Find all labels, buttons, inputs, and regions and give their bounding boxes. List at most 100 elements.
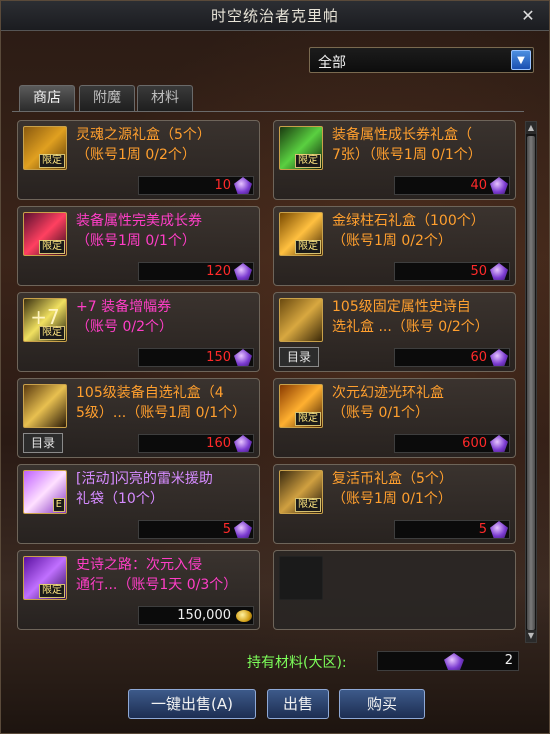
tab-shop[interactable]: 商店	[19, 85, 75, 111]
tab-enchant[interactable]: 附魔	[79, 85, 135, 111]
price-box: 40	[394, 176, 510, 195]
filter-selected-value: 全部	[318, 55, 346, 71]
price-box: 5	[394, 520, 510, 539]
purple-crystal-icon	[234, 263, 252, 280]
chevron-down-icon[interactable]: ▼	[511, 50, 531, 70]
price-box: 600	[394, 434, 510, 453]
empty-slot-icon	[279, 556, 323, 600]
price-box: 50	[394, 262, 510, 281]
shop-item-card[interactable]: 限定 复活币礼盒（5个） （账号1周 0/1个） 5	[273, 464, 516, 544]
sell-all-button[interactable]: 一键出售(A)	[128, 689, 256, 719]
materials-count: 2	[504, 653, 513, 668]
limited-badge: E	[52, 498, 65, 512]
pass-ticket-icon: 限定	[23, 556, 67, 600]
purple-crystal-icon	[234, 435, 252, 452]
price-box: 120	[138, 262, 254, 281]
npc-shop-window: 时空统治者克里帕 ✕ 全部 ▼ 商店 附魔 材料 限定 灵魂之源礼盒（5个） （账…	[0, 0, 550, 734]
limited-badge: 限定	[39, 240, 65, 254]
gift-bag-icon: E	[23, 470, 67, 514]
price-box: 150	[138, 348, 254, 367]
item-price: 60	[470, 350, 487, 365]
item-name: [活动]闪亮的雷米援助 礼袋（10个）	[76, 471, 213, 507]
item-name: 装备属性成长券礼盒（ 7张）（账号1周 0/1个）	[332, 127, 482, 163]
purple-crystal-icon	[490, 435, 508, 452]
purple-crystal-icon	[490, 263, 508, 280]
purple-crystal-icon	[234, 177, 252, 194]
buy-button[interactable]: 购买	[339, 689, 425, 719]
tab-materials[interactable]: 材料	[137, 85, 193, 111]
gem-icon: 限定	[279, 212, 323, 256]
item-name: 灵魂之源礼盒（5个） （账号1周 0/2个）	[76, 127, 211, 163]
item-price: 150,000	[177, 608, 231, 623]
materials-count-box: 2	[377, 651, 519, 671]
gold-coin-icon	[236, 610, 252, 622]
shop-item-card[interactable]: 限定 金绿柱石礼盒（100个） （账号1周 0/2个） 50	[273, 206, 516, 286]
limited-badge: 限定	[39, 326, 65, 340]
item-name: +7 装备增幅券 （账号 0/2个）	[76, 299, 173, 335]
limited-badge: 限定	[295, 412, 321, 426]
gift-box-icon: 限定	[23, 126, 67, 170]
price-box: 10	[138, 176, 254, 195]
limited-badge: 限定	[295, 240, 321, 254]
scroll-thumb[interactable]	[527, 136, 535, 630]
price-box: 60	[394, 348, 510, 367]
shop-item-card[interactable]: 限定 装备属性成长券礼盒（ 7张）（账号1周 0/1个） 40	[273, 120, 516, 200]
item-name: 105级装备自选礼盒（4 5级）...（账号1周 0/1个）	[76, 385, 247, 421]
purple-crystal-icon	[490, 177, 508, 194]
catalog-button[interactable]: 目录	[279, 347, 319, 367]
shop-item-card[interactable]: 目录 105级固定属性史诗自 选礼盒 ...（账号 0/2个） 60	[273, 292, 516, 372]
ticket-icon: 限定	[23, 212, 67, 256]
price-box: 5	[138, 520, 254, 539]
limited-badge: 限定	[295, 154, 321, 168]
price-box: 150,000	[138, 606, 254, 625]
scrollbar[interactable]: ▲ ▼	[525, 121, 537, 643]
catalog-button[interactable]: 目录	[23, 433, 63, 453]
limited-badge: 限定	[295, 498, 321, 512]
item-price: 50	[470, 264, 487, 279]
coin-box-icon: 限定	[279, 470, 323, 514]
scroll-down-icon[interactable]: ▼	[526, 630, 536, 642]
price-box: 160	[138, 434, 254, 453]
purple-crystal-icon	[234, 349, 252, 366]
empty-item-slot[interactable]	[273, 550, 516, 630]
item-name: 装备属性完美成长券 （账号1周 0/1个）	[76, 213, 202, 249]
amplify-ticket-icon: +7 限定	[23, 298, 67, 342]
item-list: 限定 灵魂之源礼盒（5个） （账号1周 0/2个） 10 限定 装备属性成长券礼盒（ 7…	[12, 111, 524, 647]
shop-item-card[interactable]: 目录 105级装备自选礼盒（4 5级）...（账号1周 0/1个） 160	[17, 378, 260, 458]
item-price: 600	[462, 436, 487, 451]
category-filter-select[interactable]: 全部 ▼	[309, 47, 534, 73]
ticket-icon: 限定	[279, 126, 323, 170]
item-name: 金绿柱石礼盒（100个） （账号1周 0/2个）	[332, 213, 485, 249]
purple-crystal-icon	[490, 349, 508, 366]
shop-item-card[interactable]: 限定 装备属性完美成长券 （账号1周 0/1个） 120	[17, 206, 260, 286]
chest-icon	[279, 298, 323, 342]
item-price: 150	[206, 350, 231, 365]
item-price: 5	[478, 522, 487, 537]
limited-badge: 限定	[39, 584, 65, 598]
scroll-up-icon[interactable]: ▲	[526, 122, 536, 134]
shop-item-card[interactable]: 限定 史诗之路：次元入侵 通行...（账号1天 0/3个） 150,000	[17, 550, 260, 630]
shop-item-card[interactable]: 限定 次元幻迹光环礼盒 （账号 0/1个） 600	[273, 378, 516, 458]
item-price: 10	[214, 178, 231, 193]
close-icon[interactable]: ✕	[519, 7, 537, 25]
item-name: 复活币礼盒（5个） （账号1周 0/1个）	[332, 471, 453, 507]
item-name: 次元幻迹光环礼盒 （账号 0/1个）	[332, 385, 444, 421]
item-price: 5	[222, 522, 231, 537]
item-price: 160	[206, 436, 231, 451]
shop-item-card[interactable]: 限定 灵魂之源礼盒（5个） （账号1周 0/2个） 10	[17, 120, 260, 200]
item-name: 史诗之路：次元入侵 通行...（账号1天 0/3个）	[76, 557, 238, 593]
purple-crystal-icon	[444, 653, 464, 670]
limited-badge: 限定	[39, 154, 65, 168]
item-price: 40	[470, 178, 487, 193]
shop-item-card[interactable]: E [活动]闪亮的雷米援助 礼袋（10个） 5	[17, 464, 260, 544]
sell-button[interactable]: 出售	[267, 689, 329, 719]
title-bar[interactable]: 时空统治者克里帕 ✕	[1, 1, 549, 31]
item-price: 120	[206, 264, 231, 279]
shop-item-card[interactable]: +7 限定 +7 装备增幅券 （账号 0/2个） 150	[17, 292, 260, 372]
purple-crystal-icon	[234, 521, 252, 538]
chest-icon	[23, 384, 67, 428]
item-name: 105级固定属性史诗自 选礼盒 ...（账号 0/2个）	[332, 299, 489, 335]
aura-box-icon: 限定	[279, 384, 323, 428]
purple-crystal-icon	[490, 521, 508, 538]
materials-label: 持有材料(大区):	[247, 655, 347, 671]
